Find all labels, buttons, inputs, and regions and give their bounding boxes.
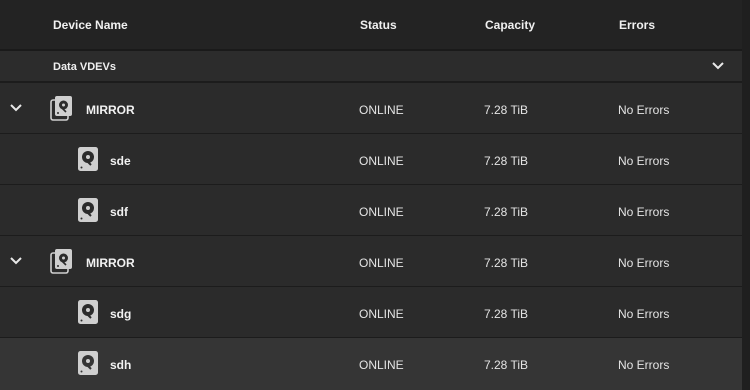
column-header-status[interactable]: Status	[360, 18, 397, 32]
device-errors: No Errors	[618, 358, 670, 372]
hard-disk-icon	[78, 351, 98, 375]
device-name: MIRROR	[86, 256, 135, 270]
group-label: Data VDEVs	[53, 61, 116, 73]
device-name: sdf	[110, 205, 128, 219]
table-row-mirror-1[interactable]: MIRROR ONLINE 7.28 TiB No Errors	[0, 83, 742, 134]
device-errors: No Errors	[618, 256, 670, 270]
chevron-down-icon[interactable]	[711, 59, 725, 73]
mirror-disks-icon	[50, 96, 72, 121]
device-capacity: 7.28 TiB	[484, 256, 529, 270]
device-status: ONLINE	[359, 205, 404, 219]
mirror-disks-icon	[50, 249, 72, 274]
table-row-sde[interactable]: sde ONLINE 7.28 TiB No Errors	[0, 134, 742, 185]
column-header-errors[interactable]: Errors	[619, 18, 655, 32]
column-header-capacity[interactable]: Capacity	[485, 18, 535, 32]
chevron-down-icon[interactable]	[9, 102, 23, 114]
table-row-mirror-2[interactable]: MIRROR ONLINE 7.28 TiB No Errors	[0, 236, 742, 287]
device-status: ONLINE	[359, 103, 404, 117]
device-errors: No Errors	[618, 103, 670, 117]
device-name: MIRROR	[86, 103, 135, 117]
device-errors: No Errors	[618, 307, 670, 321]
hard-disk-icon	[78, 147, 98, 171]
device-errors: No Errors	[618, 154, 670, 168]
device-status: ONLINE	[359, 307, 404, 321]
table-row-sdf[interactable]: sdf ONLINE 7.28 TiB No Errors	[0, 185, 742, 236]
device-capacity: 7.28 TiB	[484, 307, 529, 321]
vertical-scrollbar[interactable]	[742, 0, 750, 390]
table-header: Device Name Status Capacity Errors	[0, 0, 742, 51]
device-capacity: 7.28 TiB	[484, 358, 529, 372]
chevron-down-icon[interactable]	[9, 255, 23, 267]
device-name: sdg	[110, 307, 132, 321]
device-status: ONLINE	[359, 256, 404, 270]
device-name: sdh	[110, 358, 132, 372]
column-header-device-name[interactable]: Device Name	[53, 18, 128, 32]
device-capacity: 7.28 TiB	[484, 154, 529, 168]
table-row-sdg[interactable]: sdg ONLINE 7.28 TiB No Errors	[0, 287, 742, 338]
device-status: ONLINE	[359, 358, 404, 372]
device-name: sde	[110, 154, 131, 168]
device-errors: No Errors	[618, 205, 670, 219]
device-capacity: 7.28 TiB	[484, 103, 529, 117]
hard-disk-icon	[78, 198, 98, 222]
device-capacity: 7.28 TiB	[484, 205, 529, 219]
table-row-sdh[interactable]: sdh ONLINE 7.28 TiB No Errors	[0, 338, 742, 390]
data-vdevs-group-header[interactable]: Data VDEVs	[0, 51, 742, 83]
hard-disk-icon	[78, 300, 98, 324]
device-status: ONLINE	[359, 154, 404, 168]
